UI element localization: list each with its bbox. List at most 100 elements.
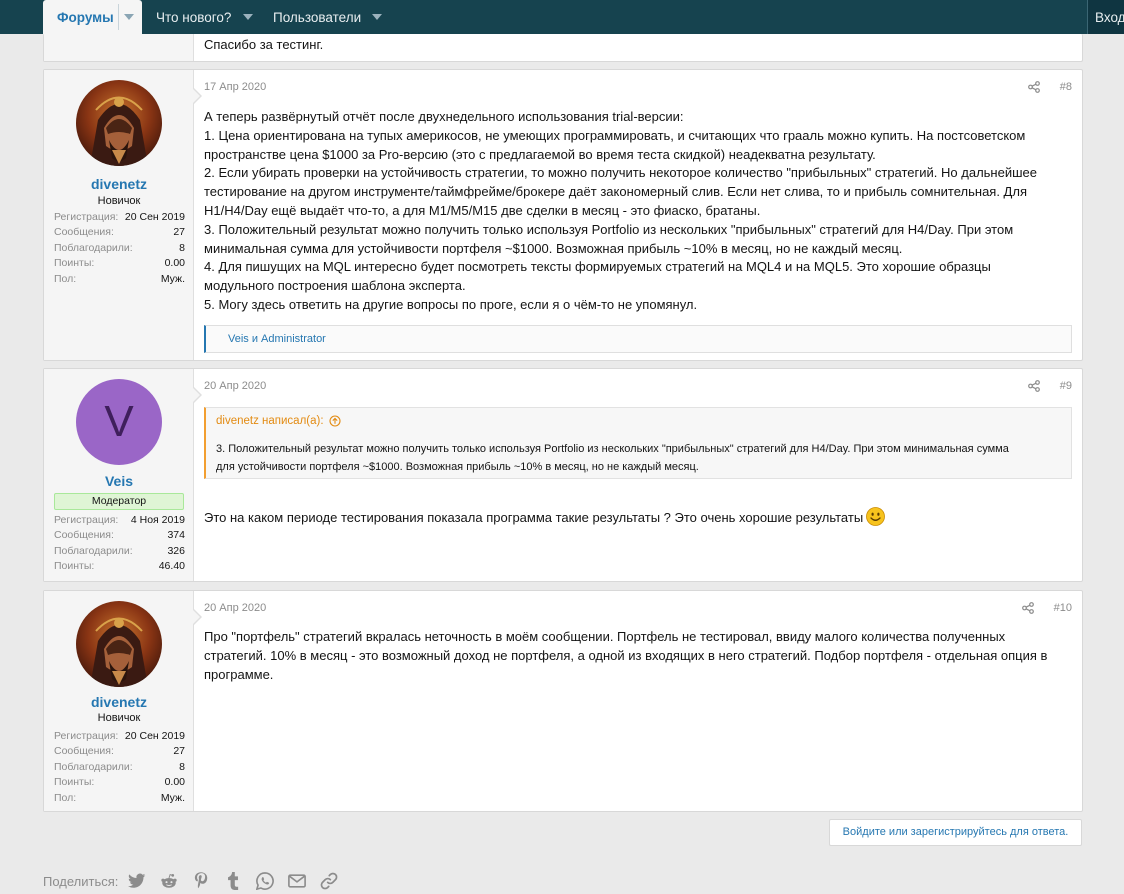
post-line: минимальная сумма для устойчивости портф… [204, 240, 903, 256]
stat-value: 4 Ноя 2019 [130, 514, 185, 526]
user-stats: Регистрация: 20 Сен 2019 Сообщения: 27 Поб… [54, 729, 185, 806]
stat-label: Поблагодарили: [54, 241, 133, 254]
stat-row: Поблагодарили: 8 [54, 241, 185, 256]
link-icon[interactable] [318, 870, 340, 892]
stat-label: Сообщения: [54, 226, 114, 239]
stat-row: Сообщения: 27 [54, 744, 185, 759]
post-10: divenetz Новичок Регистрация: 20 Сен 2019… [43, 590, 1083, 812]
post-body: А теперь развёрнутый отчёт после двухнед… [204, 108, 1072, 315]
post-date[interactable]: 20 Апр 2020 [204, 602, 266, 614]
twitter-icon[interactable] [126, 870, 148, 892]
stat-row: Поинты: 0.00 [54, 256, 185, 271]
pinterest-icon[interactable] [190, 870, 212, 892]
stat-label: Регистрация: [54, 211, 119, 223]
quote-author-label[interactable]: divenetz написал(а): [216, 415, 324, 427]
post-date[interactable]: 17 Апр 2020 [204, 81, 266, 93]
stat-label: Поинты: [54, 257, 95, 270]
stat-row: Регистрация: 4 Ноя 2019 [54, 513, 185, 528]
reddit-icon[interactable] [158, 870, 180, 892]
quote-body: 3. Положительный результат можно получит… [216, 441, 1061, 476]
reactions-users[interactable]: Veis и Administrator [228, 333, 326, 345]
chevron-down-icon[interactable] [243, 14, 253, 20]
nav-tab-whats-new[interactable]: Что нового? [156, 0, 253, 34]
post-line: 1. Цена ориентирована на тупых америкосо… [204, 127, 1026, 143]
user-title: Новичок [97, 712, 141, 724]
top-navigation: Форумы Что нового? Пользователи Вход [0, 0, 1124, 34]
reactions-bar[interactable]: Veis и Administrator [204, 325, 1072, 353]
stat-row: Поинты: 0.00 [54, 775, 185, 790]
post-line: 4. Для пишущих на MQL интересно будет по… [204, 259, 991, 275]
share-icon[interactable] [1028, 81, 1040, 96]
post-line: А теперь развёрнутый отчёт после двухнед… [204, 109, 684, 124]
stat-value: Муж. [160, 791, 185, 804]
user-stats: Регистрация: 20 Сен 2019 Сообщения: 27 Поб… [54, 210, 185, 287]
post-text: Спасибо за тестинг. [204, 37, 324, 52]
post-number[interactable]: #8 [1060, 81, 1072, 93]
chevron-down-icon[interactable] [124, 14, 134, 20]
post-number[interactable]: #10 [1054, 602, 1072, 614]
nav-tab-users-label[interactable]: Пользователи [273, 10, 361, 25]
user-title: Новичок [97, 195, 141, 207]
stat-label: Поинты: [54, 776, 95, 789]
quote-author[interactable]: divenetz написал(а): [216, 415, 341, 427]
quote-block: divenetz написал(а): 3. Положительный ре… [204, 407, 1072, 479]
post-line: программе. [204, 666, 274, 682]
post-content: 17 Апр 2020 #8 А теперь развёрнутый отчё… [194, 70, 1082, 360]
stat-label: Поинты: [54, 560, 95, 573]
stat-row: Пол: Муж. [54, 272, 185, 287]
nav-tab-forums-label[interactable]: Форумы [57, 10, 114, 25]
email-icon[interactable] [286, 870, 308, 892]
login-link[interactable]: Вход [1095, 10, 1124, 25]
avatar[interactable] [76, 601, 162, 687]
nav-tab-whats-new-label[interactable]: Что нового? [156, 10, 231, 25]
stat-value: 27 [173, 226, 185, 239]
share-icon[interactable] [1022, 602, 1034, 617]
post-meta: 20 Апр 2020 #9 [204, 380, 1072, 394]
stat-row: Регистрация: 20 Сен 2019 [54, 210, 185, 225]
post-line: стратегий. 10% в месяц - это возможный д… [204, 647, 1048, 663]
share-label: Поделиться: [43, 873, 119, 889]
avatar[interactable]: V [76, 379, 162, 465]
previous-post-content: Спасибо за тестинг. [194, 34, 1082, 61]
stat-row: Поинты: 46.40 [54, 559, 185, 574]
previous-post-user-column [44, 34, 194, 61]
smile-emoji-icon [866, 507, 886, 526]
arrow-up-circle-icon[interactable] [328, 415, 341, 427]
post-number[interactable]: #9 [1060, 380, 1072, 392]
post-date[interactable]: 20 Апр 2020 [204, 380, 266, 392]
user-column: V Veis Модератор Регистрация: 4 Ноя 2019 … [44, 369, 194, 581]
post-body: Спасибо за тестинг. [204, 36, 1072, 55]
post-content: 20 Апр 2020 #10 Про "портфель" стратегий… [194, 591, 1082, 811]
whatsapp-icon[interactable] [254, 870, 276, 892]
username[interactable]: divenetz [44, 694, 194, 710]
tumblr-icon[interactable] [222, 870, 244, 892]
username[interactable]: Veis [44, 473, 194, 489]
quote-line: 3. Положительный результат можно получит… [216, 443, 1009, 455]
stat-value: 374 [167, 529, 185, 542]
post-8: divenetz Новичок Регистрация: 20 Сен 2019… [43, 69, 1083, 361]
moderator-badge: Модератор [54, 493, 184, 510]
stat-row: Поблагодарили: 326 [54, 544, 185, 559]
stat-value: 326 [167, 544, 185, 557]
stat-row: Пол: Муж. [54, 791, 185, 806]
stat-value: 0.00 [164, 776, 185, 789]
nav-tab-users[interactable]: Пользователи [273, 0, 382, 34]
post-content: 20 Апр 2020 #9 divenetz написал(а): 3. П… [194, 369, 1082, 581]
chevron-down-icon[interactable] [372, 14, 382, 20]
stat-label: Пол: [54, 791, 77, 804]
avatar-letter: V [104, 397, 134, 446]
username[interactable]: divenetz [44, 176, 194, 192]
login-to-reply-button[interactable]: Войдите или зарегистрируйтесь для ответа… [829, 819, 1082, 846]
stat-row: Поблагодарили: 8 [54, 760, 185, 775]
nav-tab-forums[interactable]: Форумы [43, 0, 142, 34]
post-9: V Veis Модератор Регистрация: 4 Ноя 2019 … [43, 368, 1083, 582]
post-line: 3. Положительный результат можно получит… [204, 221, 1014, 237]
post-meta: 20 Апр 2020 #10 [204, 602, 1072, 616]
share-icon[interactable] [1028, 380, 1040, 395]
stat-value: 46.40 [158, 560, 185, 573]
login-area[interactable]: Вход [1087, 0, 1124, 34]
stat-row: Сообщения: 374 [54, 528, 185, 543]
login-to-reply-label[interactable]: Войдите или зарегистрируйтесь для ответа… [843, 826, 1069, 838]
avatar[interactable] [76, 80, 162, 166]
stat-label: Регистрация: [54, 730, 119, 742]
